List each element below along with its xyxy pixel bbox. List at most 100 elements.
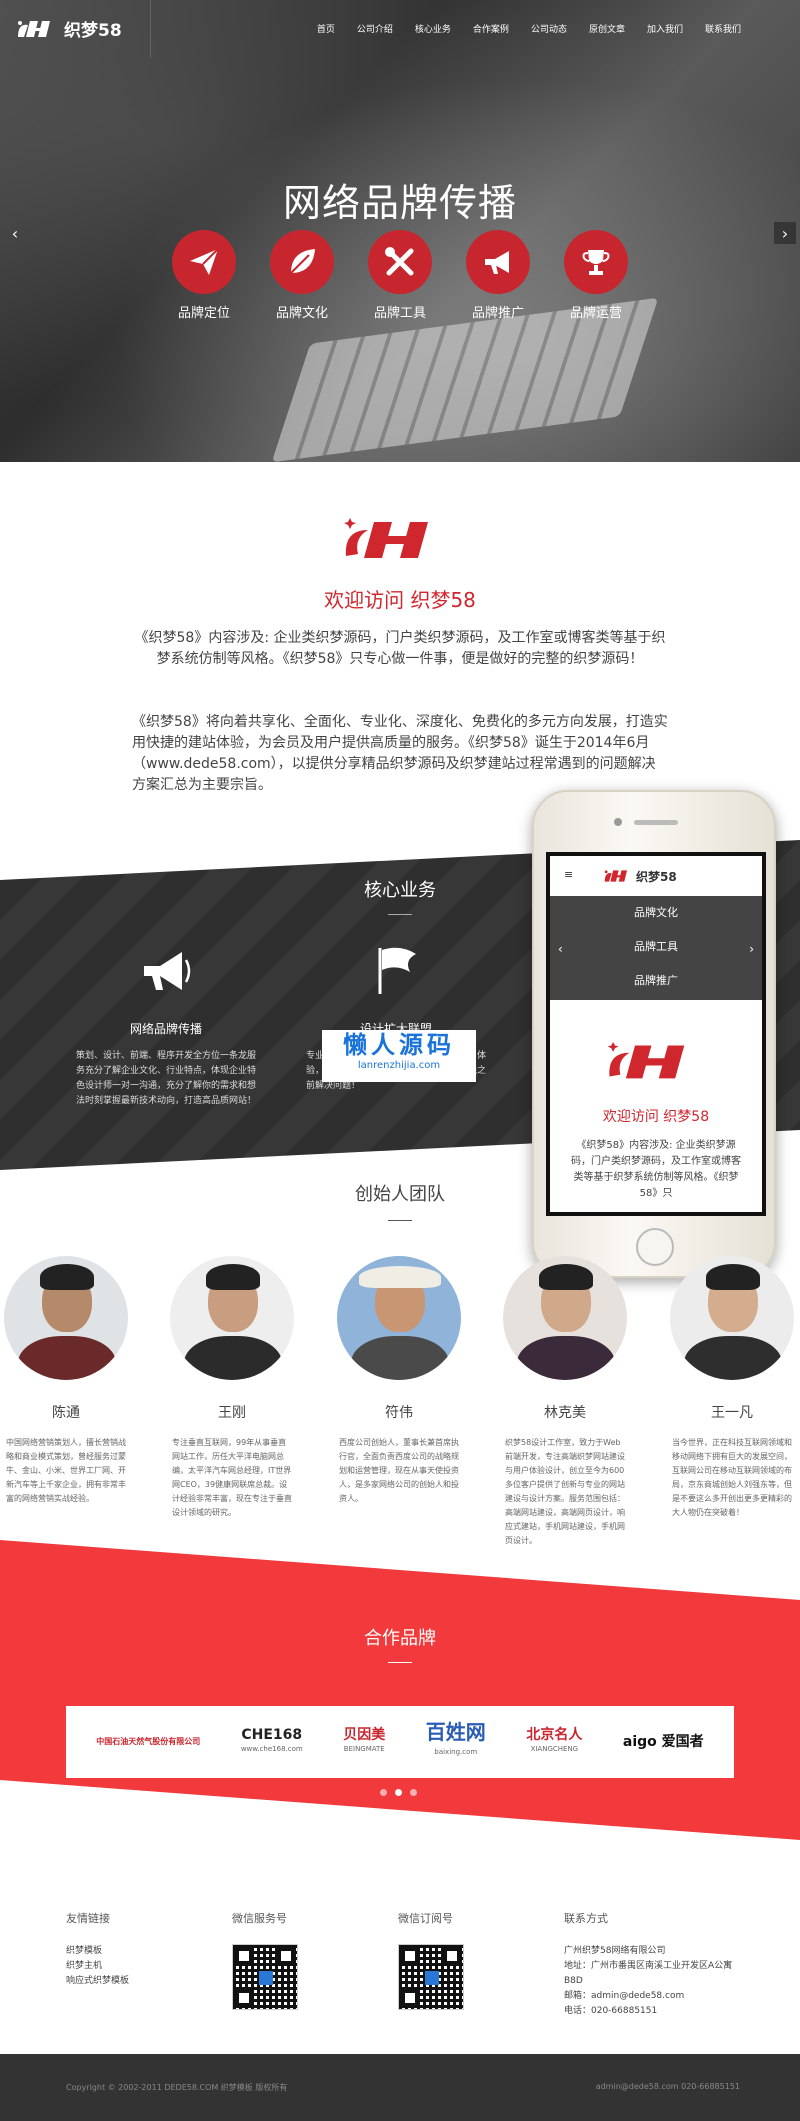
nav-join-us[interactable]: 加入我们	[636, 22, 694, 35]
feature-brand-promotion[interactable]: 品牌推广	[466, 230, 530, 321]
watermark-text: 懒人源码	[343, 1031, 455, 1059]
member-description: 专注垂直互联网，99年从事垂直网站工作，历任大平洋电脑网总编，太平洋汽车网总经理…	[172, 1438, 292, 1517]
mobile-next-arrow[interactable]: ›	[749, 942, 754, 956]
member-name: 王刚	[218, 1405, 246, 1421]
member-name: 符伟	[385, 1405, 413, 1421]
hero-next-arrow[interactable]: ›	[774, 222, 796, 244]
member-description: 织梦58设计工作室，致力于Web前端开发，专注高端织梦网站建设与用户体验设计，创…	[505, 1438, 625, 1545]
nav-articles[interactable]: 原创文章	[578, 22, 636, 35]
partner-name: 中国石油天然气股份有限公司	[96, 1737, 201, 1746]
paper-plane-icon	[172, 230, 236, 294]
feature-brand-operation[interactable]: 品牌运营	[564, 230, 628, 321]
top-navigation-bar: 织梦58 首页 公司介绍 核心业务 合作案例 公司动态 原创文章 加入我们 联系…	[0, 0, 800, 58]
flag-icon	[378, 947, 416, 994]
feature-label: 品牌工具	[373, 306, 426, 321]
copyright-bar: Copyright © 2002-2011 DEDE58.COM 织梦模板 版权…	[0, 2054, 800, 2121]
carousel-dot[interactable]	[410, 1789, 417, 1796]
mobile-menu-item[interactable]: 品牌工具	[550, 930, 762, 964]
phone-speaker	[634, 820, 678, 825]
partner-logo[interactable]: 百姓网 baixing.com	[426, 1722, 486, 1762]
nav-core-business[interactable]: 核心业务	[404, 22, 462, 35]
mobile-menu-item[interactable]: 品牌推广	[550, 964, 762, 998]
partner-logo[interactable]: 北京名人 XIANGCHENG	[526, 1728, 582, 1756]
hero-features: 品牌定位 品牌文化 品牌工具 品牌推广 品牌运营	[172, 230, 628, 321]
carousel-dot-active[interactable]	[395, 1789, 402, 1796]
contact-phone: 电话：020-66885151	[564, 2006, 658, 2016]
member-photo	[670, 1256, 794, 1380]
mobile-prev-arrow[interactable]: ‹	[558, 942, 563, 956]
contact-email: 邮箱：admin@dede58.com	[564, 1991, 685, 2001]
hamburger-menu-icon[interactable]: ≡	[564, 868, 573, 881]
member-photo	[170, 1256, 294, 1380]
footer-wechat-service-column: 微信服务号	[232, 1910, 298, 2010]
partner-sub: BEINGMATE	[343, 1745, 385, 1753]
hero-prev-arrow[interactable]: ‹	[4, 222, 26, 244]
nav-news[interactable]: 公司动态	[520, 22, 578, 35]
footer-contact-title: 联系方式	[564, 1912, 608, 1925]
footer-link[interactable]: 织梦模板	[66, 1944, 129, 1959]
welcome-logo-icon	[344, 518, 428, 558]
footer-link[interactable]: 织梦主机	[66, 1959, 129, 1974]
member-name: 王一凡	[711, 1405, 753, 1421]
member-description: 中国网络营销策划人，擅长营销战略和商业模式策划，曾经服务过蒙牛、金山、小米、世界…	[6, 1438, 126, 1503]
phone-screen: ≡ 织梦58 品牌文化 品牌工具 品牌推广 ‹ › 欢迎访问 织梦58 《织梦5…	[546, 852, 766, 1216]
mobile-welcome-title: 欢迎访问 织梦58	[602, 1109, 710, 1125]
title-underline	[388, 1220, 412, 1221]
team-title: 创始人团队	[355, 1184, 445, 1205]
mobile-logo[interactable]: 织梦58	[602, 866, 692, 886]
mobile-menu-item[interactable]: 品牌文化	[550, 896, 762, 930]
nav-home[interactable]: 首页	[306, 22, 346, 35]
feature-brand-tools[interactable]: 品牌工具	[368, 230, 432, 321]
member-photo	[503, 1256, 627, 1380]
team-member: 林克美 织梦58设计工作室，致力于Web前端开发，专注高端织梦网站建设与用户体验…	[499, 1256, 631, 1548]
feature-label: 品牌运营	[569, 306, 622, 321]
partner-logo[interactable]: 中国石油天然气股份有限公司	[96, 1735, 200, 1749]
qr-code-icon	[398, 1944, 464, 2010]
partner-logo[interactable]: aigo 爱国者	[623, 1735, 704, 1749]
team-member: 符伟 西度公司创始人，董事长兼首席执行官，全面负责西度公司的战略规划和运营管理，…	[333, 1256, 465, 1506]
welcome-title: 欢迎访问 织梦58	[324, 588, 476, 612]
core-item-brand-communication[interactable]: 网络品牌传播 策划、设计、前端、程序开发全方位一条龙服务充分了解企业文化、行业特…	[76, 940, 256, 1109]
footer-wechat-subscription-column: 微信订阅号	[398, 1910, 464, 2010]
feature-label: 品牌推广	[471, 306, 524, 321]
title-underline	[388, 914, 412, 915]
trophy-icon	[564, 230, 628, 294]
mobile-logo-text: 织梦58	[636, 869, 677, 884]
watermark-url: lanrenzhijia.com	[357, 1060, 441, 1071]
footer-link[interactable]: 响应式织梦模板	[66, 1974, 129, 1989]
partner-logo[interactable]: CHE168 www.che168.com	[241, 1728, 303, 1756]
carousel-dot[interactable]	[380, 1789, 387, 1796]
logo-mark-icon	[18, 20, 50, 37]
team-member: 陈通 中国网络营销策划人，擅长营销战略和商业模式策划，曾经服务过蒙牛、金山、小米…	[0, 1256, 132, 1506]
megaphone-icon	[466, 230, 530, 294]
partner-sub: www.che168.com	[240, 1745, 303, 1753]
site-logo[interactable]: 织梦58	[14, 16, 122, 41]
member-photo	[4, 1256, 128, 1380]
team-member: 王一凡 当今世界，正在科技互联网领域和移动网络下拥有巨大的发展空间，互联网公司在…	[666, 1256, 798, 1520]
member-name: 陈通	[52, 1405, 80, 1421]
watermark-logo: 懒人源码 lanrenzhijia.com	[322, 1030, 476, 1082]
carousel-dots	[380, 1789, 417, 1796]
member-name: 林克美	[544, 1405, 586, 1421]
intro-paragraph-2: 《织梦58》将向着共享化、全面化、专业化、深度化、免费化的多元方向发展，打造实用…	[132, 714, 668, 793]
logo-mark-icon	[604, 870, 628, 882]
leaf-icon	[270, 230, 334, 294]
partner-logo[interactable]: 贝因美 BEINGMATE	[343, 1728, 385, 1756]
mobile-menu-panel: 品牌文化 品牌工具 品牌推广	[550, 896, 762, 1000]
member-photo	[337, 1256, 461, 1380]
feature-brand-positioning[interactable]: 品牌定位	[172, 230, 236, 321]
phone-camera	[614, 818, 622, 826]
logo-separator	[150, 0, 151, 58]
footer-wechat-sub-title: 微信订阅号	[398, 1912, 453, 1925]
mobile-header: ≡ 织梦58	[550, 856, 762, 896]
feature-brand-culture[interactable]: 品牌文化	[270, 230, 334, 321]
member-description: 当今世界，正在科技互联网领域和移动网络下拥有巨大的发展空间，互联网公司在移动互联…	[672, 1438, 792, 1517]
copyright-contact: admin@dede58.com 020-66885151	[595, 2082, 740, 2091]
nav-about[interactable]: 公司介绍	[346, 22, 404, 35]
footer-links-column: 友情链接 织梦模板 织梦主机 响应式织梦模板	[66, 1910, 129, 1989]
member-description: 西度公司创始人，董事长兼首席执行官，全面负责西度公司的战略规划和运营管理，现在从…	[339, 1438, 459, 1503]
partner-logos-carousel: 中国石油天然气股份有限公司 CHE168 www.che168.com 贝因美 BE…	[66, 1706, 734, 1778]
nav-contact[interactable]: 联系我们	[694, 22, 752, 35]
nav-cases[interactable]: 合作案例	[462, 22, 520, 35]
partners-title: 合作品牌	[364, 1628, 436, 1649]
